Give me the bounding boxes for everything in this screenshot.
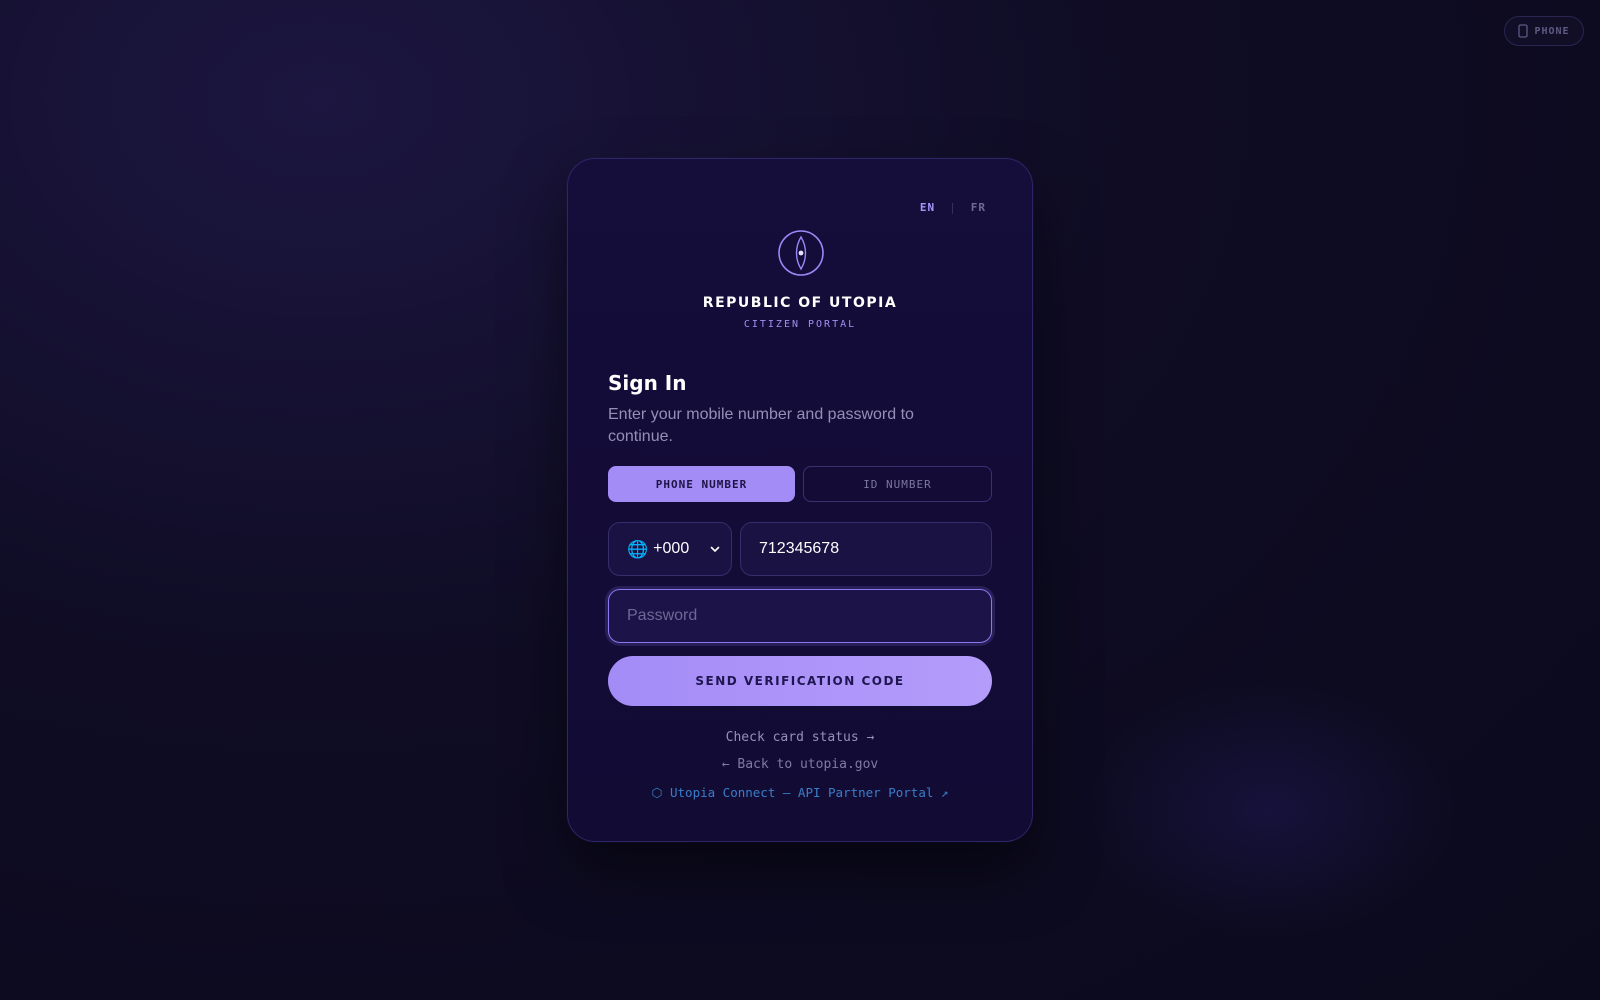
language-en[interactable]: EN xyxy=(920,201,935,214)
organization-name: REPUBLIC OF UTOPIA xyxy=(702,295,898,311)
compass-emblem-icon xyxy=(778,230,824,276)
phone-icon xyxy=(1518,24,1529,38)
password-input[interactable]: Password xyxy=(608,589,992,643)
phone-input-row: 🌐 +000 712345678 xyxy=(608,522,992,576)
form-title: Sign In xyxy=(608,371,687,395)
language-switcher: EN | FR xyxy=(920,201,986,214)
chevron-down-icon xyxy=(710,546,720,552)
send-verification-code-button[interactable]: SEND VERIFICATION CODE xyxy=(608,656,992,706)
country-code-select[interactable]: 🌐 +000 xyxy=(608,522,732,576)
background-glow xyxy=(1080,680,1460,940)
login-card: EN | FR REPUBLIC OF UTOPIA CITIZEN PORTA… xyxy=(567,158,1033,842)
device-view-label: PHONE xyxy=(1534,25,1570,37)
tab-phone-number[interactable]: PHONE NUMBER xyxy=(608,466,795,502)
portal-subtitle: CITIZEN PORTAL xyxy=(743,319,857,330)
tab-id-number[interactable]: ID NUMBER xyxy=(803,466,992,502)
language-fr[interactable]: FR xyxy=(971,201,986,214)
form-subtitle: Enter your mobile number and password to… xyxy=(608,406,914,445)
login-method-tabs: PHONE NUMBER ID NUMBER xyxy=(608,466,992,502)
check-card-status-link[interactable]: Check card status → xyxy=(568,730,1032,745)
country-code-value: +000 xyxy=(653,540,690,557)
phone-number-input[interactable]: 712345678 xyxy=(740,522,992,576)
globe-icon: 🌐 xyxy=(627,539,649,559)
device-view-toggle[interactable]: PHONE xyxy=(1504,16,1584,46)
api-partner-portal-link[interactable]: ⬡ Utopia Connect — API Partner Portal ↗ xyxy=(568,785,1032,800)
language-separator: | xyxy=(949,201,957,214)
back-to-site-link[interactable]: ← Back to utopia.gov xyxy=(568,757,1032,772)
